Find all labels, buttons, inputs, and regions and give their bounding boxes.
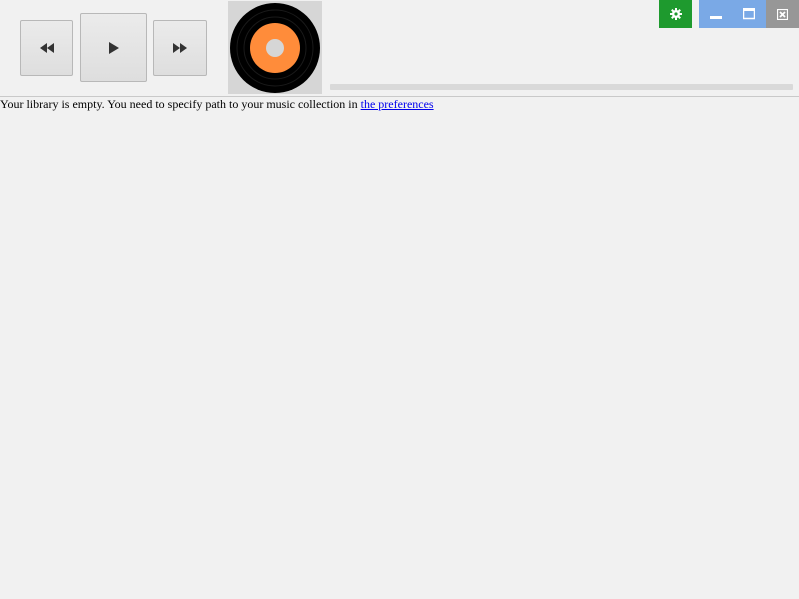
play-button[interactable]	[80, 13, 147, 82]
minimize-button[interactable]	[699, 0, 732, 28]
play-icon	[108, 41, 119, 54]
preferences-link[interactable]: the preferences	[361, 97, 434, 111]
track-progress-bar[interactable]	[330, 84, 793, 90]
maximize-icon	[743, 8, 755, 20]
gear-icon	[669, 8, 682, 20]
rewind-icon	[39, 43, 54, 53]
next-track-button[interactable]	[153, 20, 207, 76]
close-icon	[777, 8, 788, 20]
close-button[interactable]	[766, 0, 799, 28]
empty-library-text: Your library is empty. You need to speci…	[0, 97, 361, 111]
maximize-button[interactable]	[732, 0, 766, 28]
settings-button[interactable]	[659, 0, 692, 28]
music-player-app: Your library is empty. You need to speci…	[0, 0, 799, 599]
fast-forward-icon	[173, 43, 187, 53]
empty-library-message: Your library is empty. You need to speci…	[0, 97, 434, 111]
minimize-icon	[709, 16, 722, 19]
vinyl-record-icon	[230, 2, 320, 93]
previous-track-button[interactable]	[20, 20, 73, 76]
album-cover	[228, 1, 322, 94]
